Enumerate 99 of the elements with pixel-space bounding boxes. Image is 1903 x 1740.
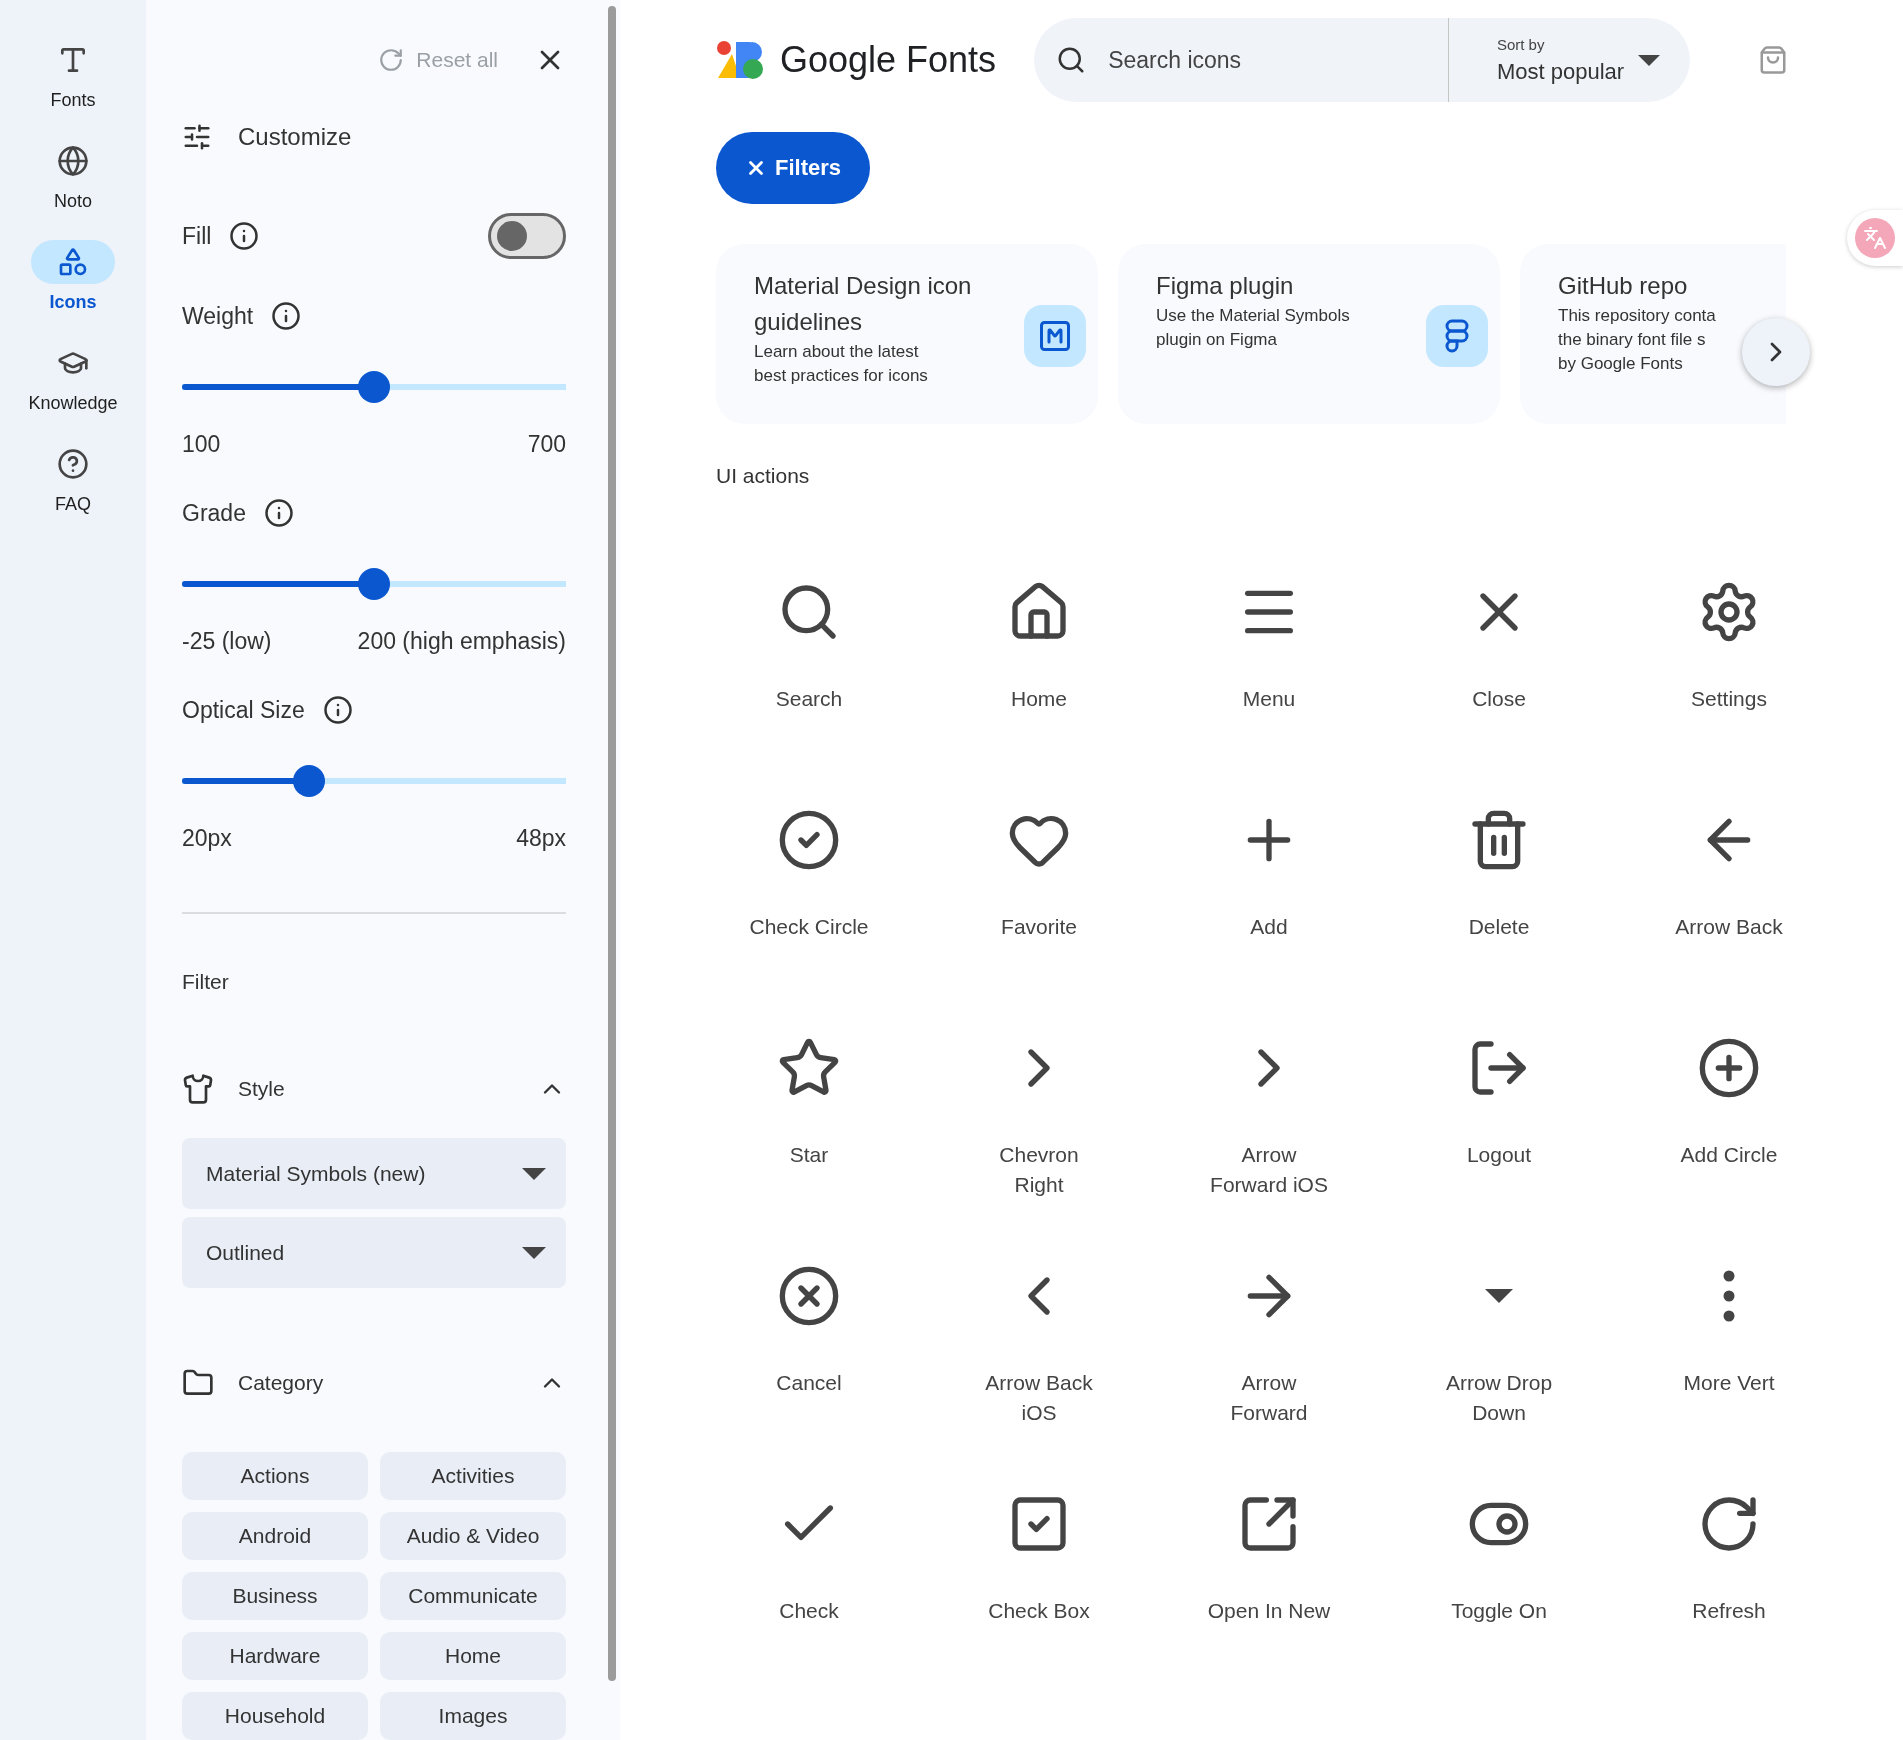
icon-tile[interactable]: Cancel [694, 1264, 924, 1450]
info-icon[interactable] [229, 221, 260, 252]
slider-label: Optical Size [182, 697, 305, 724]
cancel-icon [777, 1264, 841, 1328]
style-dropdown[interactable]: Material Symbols (new) [182, 1138, 566, 1210]
slider-max-label: 48px [516, 825, 566, 853]
card-text: best practices for icons [754, 365, 929, 387]
category-chip[interactable]: Hardware [182, 1632, 368, 1680]
google-fonts-logo-icon [716, 40, 766, 80]
globe-icon [57, 145, 89, 177]
icon-tile[interactable]: Settings [1614, 580, 1844, 766]
category-chip[interactable]: Communicate [380, 1572, 566, 1620]
add-circle-icon [1697, 1036, 1761, 1100]
slider-label: Weight [182, 303, 254, 330]
slider-thumb[interactable] [358, 371, 390, 404]
info-card[interactable]: GitHub repo This repository conta the binary font file s by Google Fonts [1520, 244, 1786, 424]
icon-tile[interactable]: More Vert [1614, 1264, 1844, 1450]
category-chip[interactable]: Android [182, 1512, 368, 1560]
shapes-icon [57, 246, 89, 278]
more-vert-icon [1723, 1270, 1735, 1322]
slider-label: Grade [182, 500, 246, 527]
card-text: Learn about the latest [754, 341, 920, 363]
icon-tile[interactable]: Toggle On [1384, 1492, 1614, 1678]
category-chip[interactable]: Audio & Video [380, 1512, 566, 1560]
nav-rail-item[interactable]: Knowledge [28, 341, 118, 414]
style-dropdown[interactable]: Outlined [182, 1217, 566, 1289]
slider-min-label: 100 [182, 431, 221, 459]
icon-tile[interactable]: Arrow Forward [1154, 1264, 1384, 1450]
help-icon [57, 448, 89, 480]
icon-tile[interactable]: Logout [1384, 1036, 1614, 1222]
nav-rail-item[interactable]: Noto [31, 139, 115, 212]
icon-tile[interactable]: Arrow Drop Down [1384, 1264, 1614, 1450]
icon-tile[interactable]: Star [694, 1036, 924, 1222]
nav-rail-item[interactable]: Fonts [31, 38, 115, 111]
slider-min-label: 20px [182, 825, 232, 853]
card-text: plugin on Figma [1156, 329, 1278, 351]
slider-thumb[interactable] [358, 568, 390, 601]
drop-down-icon [522, 1246, 546, 1259]
icon-tile[interactable]: Check [694, 1492, 924, 1678]
brand-name: Google Fonts [780, 39, 997, 81]
section-heading: Style [238, 1077, 286, 1102]
shirt-icon [182, 1073, 214, 1106]
icon-tile[interactable]: Arrow Forward iOS [1154, 1036, 1384, 1222]
icon-tile[interactable]: Add Circle [1614, 1036, 1844, 1222]
info-card[interactable]: Material Design icon guidelines Learn about the latest best practices for icons [716, 244, 1098, 424]
filter-heading: Filter [182, 970, 230, 995]
card-title: Figma plugin [1156, 271, 1295, 301]
info-card[interactable]: Figma plugin Use the Material Symbols plugin on Figma [1118, 244, 1500, 424]
category-chip[interactable]: Images [380, 1692, 566, 1740]
slider-thumb[interactable] [292, 765, 325, 798]
icon-tile[interactable]: Add [1154, 808, 1384, 994]
drop-down-icon [1638, 54, 1661, 66]
nav-rail-item[interactable]: FAQ [31, 442, 115, 515]
section-heading: Category [238, 1371, 325, 1396]
reset-icon [378, 46, 405, 73]
icon-tile[interactable]: Search [694, 580, 924, 766]
card-text: the binary font file s [1558, 329, 1707, 351]
icon-tile[interactable]: Delete [1384, 808, 1614, 994]
category-chip[interactable]: Household [182, 1692, 368, 1740]
info-icon[interactable] [263, 498, 294, 529]
panel-title: Customize [238, 122, 352, 151]
section-title: UI actions [716, 464, 811, 488]
check-circle-icon [777, 808, 841, 872]
card-text: Use the Material Symbols [1156, 305, 1351, 327]
icon-tile[interactable]: Arrow Back iOS [924, 1264, 1154, 1450]
info-icon[interactable] [322, 695, 353, 726]
sort-dropdown[interactable]: Sort by Most popular [1447, 18, 1691, 102]
icon-tile[interactable]: Open In New [1154, 1492, 1384, 1678]
icon-tile[interactable]: Menu [1154, 580, 1384, 766]
shopping-bag-icon[interactable] [1758, 45, 1789, 75]
category-chip[interactable]: Actions [182, 1452, 368, 1500]
info-icon[interactable] [271, 301, 302, 332]
category-chip[interactable]: Business [182, 1572, 368, 1620]
card-title: Material Design icon guidelines [754, 271, 973, 337]
search-field[interactable]: Search icons [1106, 45, 1411, 75]
icon-tile[interactable]: Home [924, 580, 1154, 766]
drop-down-icon [1485, 1289, 1513, 1303]
card-title: GitHub repo [1558, 271, 1689, 301]
drop-down-icon [522, 1167, 546, 1180]
slider-min-label: -25 (low) [182, 628, 272, 656]
icon-tile[interactable]: Chevron Right [924, 1036, 1154, 1222]
icon-tile[interactable]: Check Circle [694, 808, 924, 994]
fill-label: Fill [182, 223, 212, 250]
slider-max-label: 700 [527, 431, 566, 459]
icon-tile[interactable]: Arrow Back [1614, 808, 1844, 994]
icon-tile[interactable]: Refresh [1614, 1492, 1844, 1678]
scrollbar[interactable] [608, 6, 616, 1681]
translate-icon [1863, 226, 1887, 250]
icon-tile[interactable]: Favorite [924, 808, 1154, 994]
card-text: This repository conta [1558, 305, 1717, 327]
slider-max-label: 200 (high emphasis) [357, 628, 566, 656]
icon-tile[interactable]: Close [1384, 580, 1614, 766]
icon-tile[interactable]: Check Box [924, 1492, 1154, 1678]
category-chip[interactable]: Home [380, 1632, 566, 1680]
card-text: by Google Fonts [1558, 353, 1684, 375]
category-chip[interactable]: Activities [380, 1452, 566, 1500]
m-logo-icon [1037, 318, 1073, 354]
fill-toggle[interactable] [488, 213, 566, 260]
filters-button[interactable]: Filters [716, 132, 870, 204]
